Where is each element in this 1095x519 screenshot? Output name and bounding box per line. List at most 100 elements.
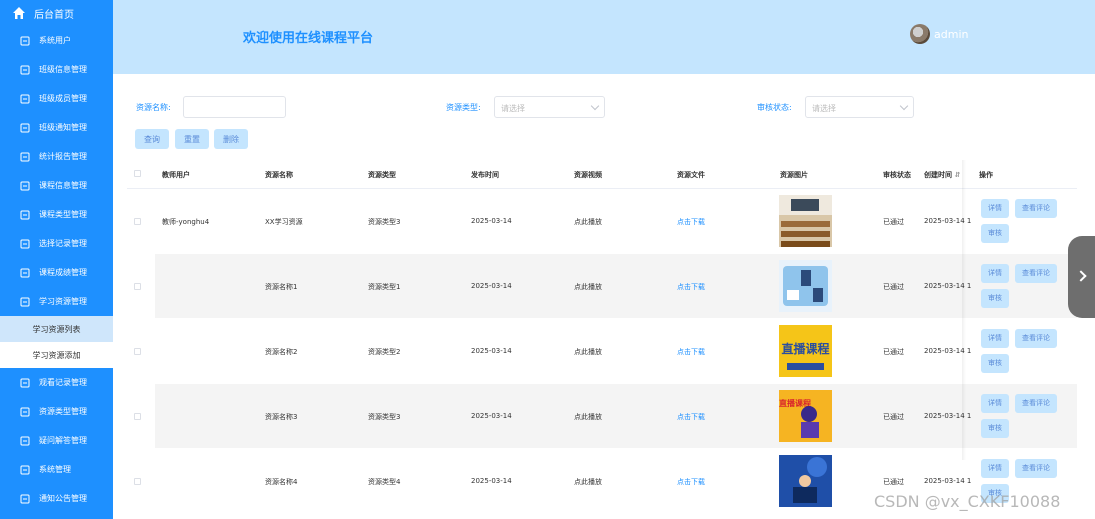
thumb-text: 直播课程: [779, 398, 811, 408]
view-comments-button[interactable]: 查看评论: [1015, 329, 1057, 348]
sidebar-item[interactable]: 班级信息管理: [0, 55, 113, 84]
row-checkbox[interactable]: [134, 478, 141, 485]
page-title: 欢迎使用在线课程平台: [243, 31, 374, 46]
resource-type-select[interactable]: 请选择: [494, 96, 605, 118]
download-file-link[interactable]: 点击下载: [677, 412, 705, 422]
view-comments-button[interactable]: 查看评论: [1015, 394, 1057, 413]
status-cell: 已通过: [883, 283, 904, 291]
download-file-link[interactable]: 点击下载: [677, 347, 705, 357]
status-cell: 已通过: [883, 478, 904, 486]
col-image: 资源图片: [780, 171, 808, 179]
detail-button[interactable]: 详情: [981, 459, 1009, 478]
sidebar-item[interactable]: 统计报告管理: [0, 142, 113, 171]
sidebar-item-label: 班级信息管理: [39, 65, 87, 74]
detail-button[interactable]: 详情: [981, 199, 1009, 218]
date-cell: 2025-03-14: [471, 412, 512, 420]
menu-item-icon: [20, 94, 30, 103]
download-file-link[interactable]: 点击下载: [677, 282, 705, 292]
menu-item-icon: [20, 297, 30, 306]
resource-image: [779, 455, 832, 507]
play-video-link[interactable]: 点此播放: [574, 217, 602, 227]
play-video-link[interactable]: 点此播放: [574, 477, 602, 487]
date-cell: 2025-03-14: [471, 347, 512, 355]
name-cell: XX学习资源: [265, 218, 303, 226]
resource-image: 直播课程: [779, 390, 832, 442]
chevron-right-icon: [1075, 270, 1087, 282]
sidebar-subitem-resource-list[interactable]: 学习资源列表: [0, 316, 113, 342]
sidebar: 后台首页 系统用户班级信息管理班级成员管理 班级通知管理统计报告管理 课程信息管理课…: [0, 0, 113, 519]
sidebar-item[interactable]: 疑问解答管理: [0, 426, 113, 455]
row-checkbox[interactable]: [134, 413, 141, 420]
date-cell: 2025-03-14: [471, 217, 512, 225]
view-comments-button[interactable]: 查看评论: [1015, 199, 1057, 218]
user-menu[interactable]: admin: [910, 24, 968, 44]
play-video-link[interactable]: 点此播放: [574, 412, 602, 422]
audit-button[interactable]: 审核: [981, 289, 1009, 308]
delete-button[interactable]: 删除: [214, 129, 248, 149]
audit-status-select[interactable]: 请选择: [805, 96, 914, 118]
status-cell: 已通过: [883, 413, 904, 421]
row-checkbox[interactable]: [134, 283, 141, 290]
table-row: 教师-yonghu4 XX学习资源 资源类型3 2025-03-14 点此播放 点击下载 已…: [155, 189, 1077, 253]
play-video-link[interactable]: 点此播放: [574, 347, 602, 357]
sidebar-item[interactable]: 课程成绩管理: [0, 258, 113, 287]
sidebar-item-label: 学习资源管理: [39, 297, 87, 306]
sidebar-item[interactable]: 课程信息管理: [0, 171, 113, 200]
sidebar-item[interactable]: 通知公告管理: [0, 484, 113, 513]
col-actions: 操作: [979, 171, 993, 179]
menu-item-icon: [20, 378, 30, 387]
sidebar-item[interactable]: 课程类型管理: [0, 200, 113, 229]
audit-button[interactable]: 审核: [981, 224, 1009, 243]
sidebar-item-home[interactable]: 后台首页: [0, 0, 113, 26]
sidebar-item-label: 系统管理: [39, 465, 71, 474]
view-comments-button[interactable]: 查看评论: [1015, 264, 1057, 283]
sidebar-item-label: 统计报告管理: [39, 152, 87, 161]
col-type: 资源类型: [368, 171, 396, 179]
play-video-link[interactable]: 点此播放: [574, 282, 602, 292]
select-all-checkbox[interactable]: [134, 170, 141, 177]
username: admin: [934, 27, 969, 41]
row-checkbox[interactable]: [134, 218, 141, 225]
audit-button[interactable]: 审核: [981, 419, 1009, 438]
sidebar-item[interactable]: 观看记录管理: [0, 368, 113, 397]
sidebar-item-label: 课程类型管理: [39, 210, 87, 219]
col-date: 发布时间: [471, 171, 499, 179]
row-checkbox[interactable]: [134, 348, 141, 355]
sidebar-item-label: 课程成绩管理: [39, 268, 87, 277]
sidebar-subitem-resource-add[interactable]: 学习资源添加: [0, 342, 113, 368]
detail-button[interactable]: 详情: [981, 264, 1009, 283]
reset-button[interactable]: 重置: [175, 129, 209, 149]
detail-button[interactable]: 详情: [981, 394, 1009, 413]
table-header: 教师用户 资源名称 资源类型 发布时间 资源视频 资源文件 资源图片 审核状态 …: [127, 159, 1077, 189]
sidebar-item[interactable]: 班级成员管理: [0, 84, 113, 113]
query-button[interactable]: 查询: [135, 129, 169, 149]
menu-item-icon: [20, 181, 30, 190]
menu-item-icon: [20, 494, 30, 503]
avatar: [910, 24, 930, 44]
view-comments-button[interactable]: 查看评论: [1015, 459, 1057, 478]
download-file-link[interactable]: 点击下载: [677, 477, 705, 487]
sidebar-home-label: 后台首页: [34, 9, 74, 21]
table-row: 资源名称3 资源类型3 2025-03-14 点此播放 点击下载 直播课程 已通过 2025-…: [155, 384, 1077, 448]
col-created-label: 创建时间: [924, 171, 952, 179]
resource-name-input[interactable]: [183, 96, 286, 118]
sidebar-item[interactable]: 学习资源管理: [0, 287, 113, 316]
status-cell: 已通过: [883, 218, 904, 226]
collapse-handle[interactable]: [1068, 236, 1095, 318]
sidebar-item[interactable]: 资源类型管理: [0, 397, 113, 426]
detail-button[interactable]: 详情: [981, 329, 1009, 348]
resource-image: [779, 260, 832, 312]
menu-item-icon: [20, 123, 30, 132]
status-cell: 已通过: [883, 348, 904, 356]
date-cell: 2025-03-14: [471, 282, 512, 290]
sidebar-item[interactable]: 系统管理: [0, 455, 113, 484]
menu-item-icon: [20, 239, 30, 248]
sidebar-item[interactable]: 系统用户: [0, 26, 113, 55]
sidebar-item[interactable]: 选择记录管理: [0, 229, 113, 258]
sidebar-item-label: 课程信息管理: [39, 181, 87, 190]
audit-button[interactable]: 审核: [981, 354, 1009, 373]
col-created[interactable]: 创建时间 ⇵: [924, 170, 960, 180]
download-file-link[interactable]: 点击下载: [677, 217, 705, 227]
sidebar-item[interactable]: 班级通知管理: [0, 113, 113, 142]
chevron-down-icon: [899, 101, 909, 111]
